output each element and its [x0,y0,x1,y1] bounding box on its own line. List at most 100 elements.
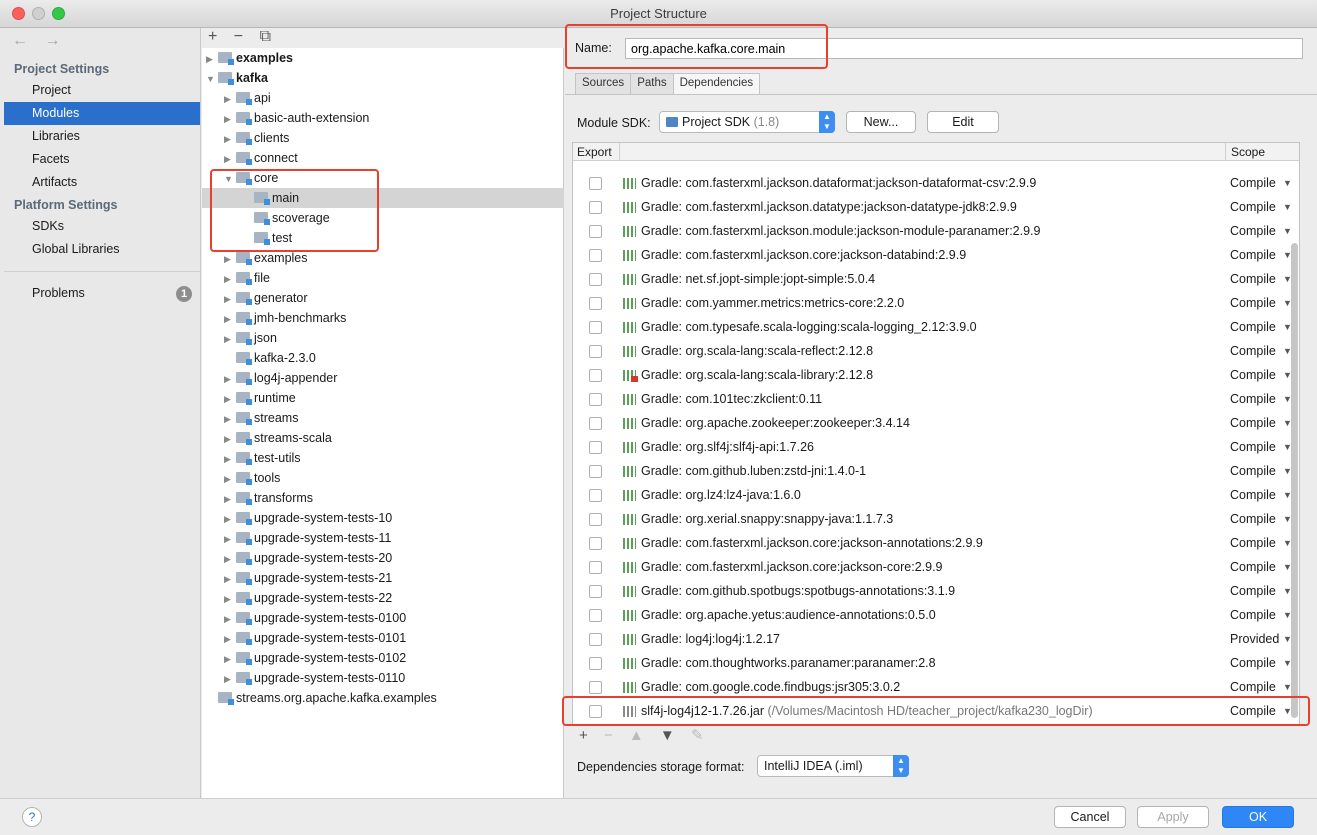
tree-item[interactable]: streams.org.apache.kafka.examples [202,688,564,708]
collapsed-arrow-icon[interactable]: ▶ [224,389,236,409]
copy-module-icon[interactable]: ⧉ [260,28,271,45]
dependency-row[interactable]: Gradle: com.thoughtworks.paranamer:paran… [573,651,1295,675]
tree-item[interactable]: ▶ runtime [202,388,564,408]
export-checkbox[interactable] [589,465,602,478]
nav-item-facets[interactable]: Facets [4,148,200,171]
tree-item[interactable]: ▶ test-utils [202,448,564,468]
tree-item[interactable]: ▶ file [202,268,564,288]
tree-item[interactable]: ▶ upgrade-system-tests-21 [202,568,564,588]
collapsed-arrow-icon[interactable]: ▶ [224,269,236,289]
nav-item-artifacts[interactable]: Artifacts [4,171,200,194]
collapsed-arrow-icon[interactable]: ▶ [224,629,236,649]
collapsed-arrow-icon[interactable]: ▶ [224,429,236,449]
collapsed-arrow-icon[interactable]: ▶ [224,309,236,329]
scope-dropdown[interactable]: Compile [1230,483,1276,507]
export-checkbox[interactable] [589,489,602,502]
nav-item-libraries[interactable]: Libraries [4,125,200,148]
export-checkbox[interactable] [589,681,602,694]
tree-item[interactable]: ▶ basic-auth-extension [202,108,564,128]
export-checkbox[interactable] [589,561,602,574]
dependency-row[interactable]: Gradle: com.fasterxml.jackson.dataformat… [573,171,1295,195]
expanded-arrow-icon[interactable]: ▼ [206,69,218,89]
scope-dropdown[interactable]: Compile [1230,363,1276,387]
collapsed-arrow-icon[interactable]: ▶ [224,569,236,589]
collapsed-arrow-icon[interactable]: ▶ [224,249,236,269]
dependency-row[interactable]: Gradle: com.github.luben:zstd-jni:1.4.0-… [573,459,1295,483]
export-checkbox[interactable] [589,321,602,334]
export-column-header[interactable]: Export [577,143,612,161]
tree-item[interactable]: ▶ upgrade-system-tests-20 [202,548,564,568]
collapsed-arrow-icon[interactable]: ▶ [224,149,236,169]
dependency-row[interactable]: Gradle: org.scala-lang:scala-library:2.1… [573,363,1295,387]
dependency-row[interactable]: Gradle: log4j:log4j:1.2.17 Provided ▼ [573,627,1295,651]
scope-dropdown[interactable]: Compile [1230,171,1276,195]
dependency-row[interactable]: Gradle: org.xerial.snappy:snappy-java:1.… [573,507,1295,531]
remove-dependency-icon[interactable]: − [604,727,613,744]
tree-item[interactable]: kafka-2.3.0 [202,348,564,368]
move-down-icon[interactable]: ▼ [660,727,675,744]
collapsed-arrow-icon[interactable]: ▶ [224,529,236,549]
export-checkbox[interactable] [589,201,602,214]
tree-item[interactable]: ▶ tools [202,468,564,488]
dependency-row[interactable]: Gradle: com.yammer.metrics:metrics-core:… [573,291,1295,315]
collapsed-arrow-icon[interactable]: ▶ [224,289,236,309]
collapsed-arrow-icon[interactable]: ▶ [224,329,236,349]
scope-dropdown[interactable]: Compile [1230,315,1276,339]
tree-item[interactable]: ▶ upgrade-system-tests-10 [202,508,564,528]
remove-module-icon[interactable]: − [234,28,243,45]
ok-button[interactable]: OK [1222,806,1294,828]
dependency-row[interactable]: Gradle: org.apache.zookeeper:zookeeper:3… [573,411,1295,435]
module-sdk-select[interactable]: Project SDK (1.8) ▲ ▼ [659,111,835,133]
nav-item-sdks[interactable]: SDKs [4,215,200,238]
tab-sources[interactable]: Sources [575,73,632,94]
scope-dropdown[interactable]: Compile [1230,339,1276,363]
export-checkbox[interactable] [589,537,602,550]
cancel-button[interactable]: Cancel [1054,806,1126,828]
export-checkbox[interactable] [589,633,602,646]
collapsed-arrow-icon[interactable]: ▶ [224,469,236,489]
scope-dropdown[interactable]: Compile [1230,531,1276,555]
tree-item[interactable]: ▶ upgrade-system-tests-0100 [202,608,564,628]
dependency-row[interactable]: Gradle: com.fasterxml.jackson.module:jac… [573,219,1295,243]
scope-dropdown-icon[interactable]: ▼ [1283,195,1292,219]
nav-item-project[interactable]: Project [4,79,200,102]
nav-item-global-libraries[interactable]: Global Libraries [4,238,200,261]
dependency-row[interactable]: Gradle: com.github.spotbugs:spotbugs-ann… [573,579,1295,603]
scope-dropdown[interactable]: Compile [1230,195,1276,219]
scope-dropdown-icon[interactable]: ▼ [1283,219,1292,243]
scope-column-header[interactable]: Scope [1231,143,1265,161]
export-checkbox[interactable] [589,609,602,622]
add-module-icon[interactable]: + [208,28,217,45]
tree-item[interactable]: ▶ streams-scala [202,428,564,448]
tab-dependencies[interactable]: Dependencies [672,73,761,94]
minimize-window-button[interactable] [32,7,45,20]
tree-item[interactable]: ▶ upgrade-system-tests-0110 [202,668,564,688]
dependency-row[interactable]: Gradle: org.scala-lang:scala-reflect:2.1… [573,339,1295,363]
add-dependency-icon[interactable]: + [579,727,588,744]
collapsed-arrow-icon[interactable]: ▶ [224,489,236,509]
scope-dropdown[interactable]: Compile [1230,387,1276,411]
help-icon[interactable]: ? [22,807,42,827]
tree-item[interactable]: ▶ json [202,328,564,348]
collapsed-arrow-icon[interactable]: ▶ [224,509,236,529]
back-arrow-icon[interactable]: ← [12,32,34,49]
collapsed-arrow-icon[interactable]: ▶ [224,109,236,129]
maximize-window-button[interactable] [52,7,65,20]
scope-dropdown[interactable]: Compile [1230,243,1276,267]
edit-dependency-icon[interactable]: ✎ [691,727,704,744]
tab-paths[interactable]: Paths [630,73,674,94]
export-checkbox[interactable] [589,369,602,382]
collapsed-arrow-icon[interactable]: ▶ [224,89,236,109]
scope-dropdown[interactable]: Compile [1230,555,1276,579]
scope-dropdown[interactable]: Compile [1230,579,1276,603]
dependency-row[interactable]: Gradle: net.sf.jopt-simple:jopt-simple:5… [573,267,1295,291]
scope-dropdown[interactable]: Compile [1230,291,1276,315]
dependency-row[interactable]: Gradle: com.typesafe.scala-logging:scala… [573,315,1295,339]
scope-dropdown[interactable]: Compile [1230,603,1276,627]
tree-item[interactable]: ▶ jmh-benchmarks [202,308,564,328]
scope-dropdown[interactable]: Compile [1230,435,1276,459]
export-checkbox[interactable] [589,657,602,670]
collapsed-arrow-icon[interactable]: ▶ [224,649,236,669]
move-up-icon[interactable]: ▲ [629,727,644,744]
new-sdk-button[interactable]: New... [846,111,916,133]
